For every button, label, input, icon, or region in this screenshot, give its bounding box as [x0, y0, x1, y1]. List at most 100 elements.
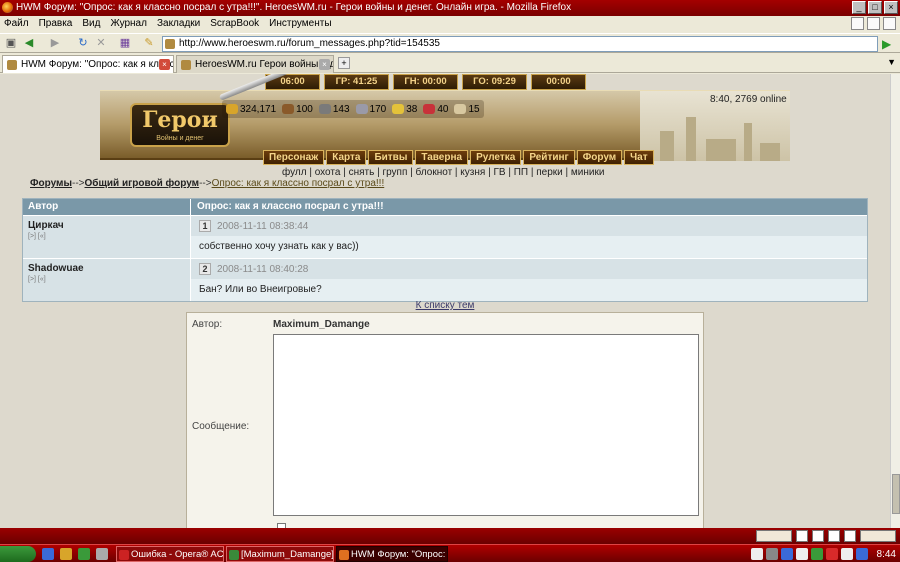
menu-bookmarks[interactable]: Закладки [157, 16, 200, 32]
breadcrumb-forums[interactable]: Форумы [30, 178, 72, 189]
back-to-topics-link[interactable]: К списку тем [0, 300, 890, 311]
reply-form: Автор: Maximum_Damange Сообщение: [186, 312, 704, 528]
forward-arrow-icon[interactable]: ▶ [48, 37, 62, 50]
menu-scrapbook[interactable]: ScrapBook [210, 16, 259, 32]
status-bar [0, 528, 900, 544]
post-meta: 1 2008-11-11 08:38:44 [191, 216, 867, 236]
nav-character[interactable]: Персонаж [263, 150, 325, 165]
tray-icon[interactable] [795, 548, 808, 560]
stop-icon[interactable]: ✕ [94, 37, 108, 50]
printer-icon[interactable] [812, 530, 824, 542]
desktop-icon[interactable] [42, 548, 54, 560]
post-author-links[interactable]: [>] [«] [28, 276, 185, 283]
nav-tavern[interactable]: Таверна [415, 150, 469, 165]
nav-map[interactable]: Карта [326, 150, 367, 165]
go-arrow-icon[interactable]: ▶ [882, 37, 896, 51]
start-button[interactable] [0, 546, 36, 562]
post-author-links[interactable]: [>] [«] [28, 233, 185, 240]
tray-icon[interactable] [810, 548, 823, 560]
post-author-cell: Циркач [>] [«] [23, 216, 191, 258]
task-opera[interactable]: Ошибка - Opera® AC 3... [116, 546, 224, 562]
sidebar-icon[interactable]: ▣ [4, 37, 18, 50]
nav-rating[interactable]: Рейтинг [523, 150, 575, 165]
menu-edit[interactable]: Правка [39, 16, 73, 32]
tray-icon[interactable] [855, 548, 868, 560]
page-content: 06:00 ГР: 41:25 ГН: 00:00 ГО: 09:29 00:0… [0, 74, 890, 528]
status-field [756, 530, 792, 542]
task-chat[interactable]: [Maximum_Damange] - ... [226, 546, 334, 562]
app-icon[interactable] [96, 548, 108, 560]
window-controls: _ □ × [852, 1, 898, 14]
post-text: Бан? Или во Внеигровые? [191, 279, 867, 301]
forum-header: Автор Опрос: как я классно посрал с утра… [23, 199, 867, 215]
forum-post: Shadowuae [>] [«] 2 2008-11-11 08:40:28 … [23, 258, 867, 301]
post-date: 2008-11-11 08:38:44 [217, 220, 309, 232]
tray-icon[interactable] [780, 548, 793, 560]
resource-gold: 324,171 [226, 104, 276, 115]
back-arrow-icon[interactable]: ◀ [22, 37, 36, 50]
quick-links[interactable]: фулл | охота | снять | групп | блокнот |… [282, 167, 604, 178]
minimize-button[interactable]: _ [852, 1, 866, 14]
close-button[interactable]: × [884, 1, 898, 14]
nav-battles[interactable]: Битвы [368, 150, 414, 165]
scrollbar-thumb[interactable] [892, 474, 900, 514]
tab-list-chevron-icon[interactable]: ▼ [887, 57, 896, 67]
page-icon[interactable] [796, 530, 808, 542]
folder-icon[interactable] [60, 548, 72, 560]
post-author[interactable]: Shadowuae [28, 263, 185, 274]
opera-icon [119, 550, 129, 560]
post-message-cell: 1 2008-11-11 08:38:44 собственно хочу уз… [191, 216, 867, 258]
post-author[interactable]: Циркач [28, 220, 185, 231]
timer-guild-worker: ГР: 41:25 [324, 74, 389, 90]
task-firefox[interactable]: HWM Форум: "Опрос: к... [336, 546, 448, 562]
menu-history[interactable]: Журнал [110, 16, 147, 32]
tools-icon[interactable]: ✎ [142, 37, 156, 50]
nav-roulette[interactable]: Рулетка [470, 150, 522, 165]
nav-forum[interactable]: Форум [576, 150, 623, 165]
reload-icon[interactable]: ↻ [76, 37, 90, 50]
resource-mercury: 170 [355, 104, 386, 115]
resource-crystal: 40 [423, 104, 448, 115]
sulfur-icon [392, 104, 405, 114]
chat-icon [229, 550, 239, 560]
new-tab-button[interactable]: + [338, 57, 350, 69]
tray-icon[interactable] [825, 548, 838, 560]
reply-message-input[interactable] [273, 334, 699, 516]
maximize-button[interactable]: □ [868, 1, 882, 14]
breadcrumb-arrow: --> [72, 178, 85, 189]
tray-icon[interactable] [840, 548, 853, 560]
menu-file[interactable]: Файл [4, 16, 29, 32]
taskbar-clock: 8:44 [876, 548, 896, 560]
window-title: HWM Форум: "Опрос: как я классно посрал … [16, 2, 572, 13]
menu-view[interactable]: Вид [82, 16, 100, 32]
post-number[interactable]: 1 [199, 220, 211, 232]
reply-author-value: Maximum_Damange [273, 319, 370, 330]
tray-icon[interactable] [765, 548, 778, 560]
tab-forum[interactable]: HWM Форум: "Опрос: как я класс... × [2, 55, 174, 73]
menu-tools[interactable]: Инструменты [269, 16, 331, 32]
nav-chat[interactable]: Чат [624, 150, 654, 165]
adblock-icon[interactable] [844, 530, 856, 542]
breadcrumb: Форумы-->Общий игровой форум-->Опрос: ка… [30, 178, 384, 189]
address-bar[interactable]: http://www.heroeswm.ru/forum_messages.ph… [162, 36, 878, 52]
app-icon[interactable] [78, 548, 90, 560]
check-icon[interactable] [828, 530, 840, 542]
post-number[interactable]: 2 [199, 263, 211, 275]
grid-icon[interactable] [851, 17, 864, 30]
breadcrumb-topic[interactable]: Опрос: как я классно посрал с утра!!! [212, 178, 385, 189]
firefox-icon [339, 550, 349, 560]
star-icon[interactable] [883, 17, 896, 30]
game-logo[interactable]: Герои Войны и денег [130, 103, 230, 147]
page-scrollbar[interactable] [890, 74, 900, 528]
breadcrumb-section[interactable]: Общий игровой форум [85, 178, 200, 189]
tab-close-icon[interactable]: × [319, 59, 330, 70]
navigation-toolbar: ▣ ◀ ▶ ↻ ✕ ▦ ✎ http://www.heroeswm.ru/for… [0, 33, 900, 53]
tab-heroeswm[interactable]: HeroesWM.ru Герои войны и денег. ... × [176, 55, 334, 73]
tab-close-icon[interactable]: × [159, 59, 170, 70]
apps-grid-icon[interactable]: ▦ [118, 37, 132, 50]
tab-favicon-icon [181, 60, 191, 70]
logo-text: Герои [142, 107, 218, 133]
window-titlebar: HWM Форум: "Опрос: как я классно посрал … [0, 0, 900, 16]
info-icon[interactable] [867, 17, 880, 30]
tray-icon[interactable] [750, 548, 763, 560]
